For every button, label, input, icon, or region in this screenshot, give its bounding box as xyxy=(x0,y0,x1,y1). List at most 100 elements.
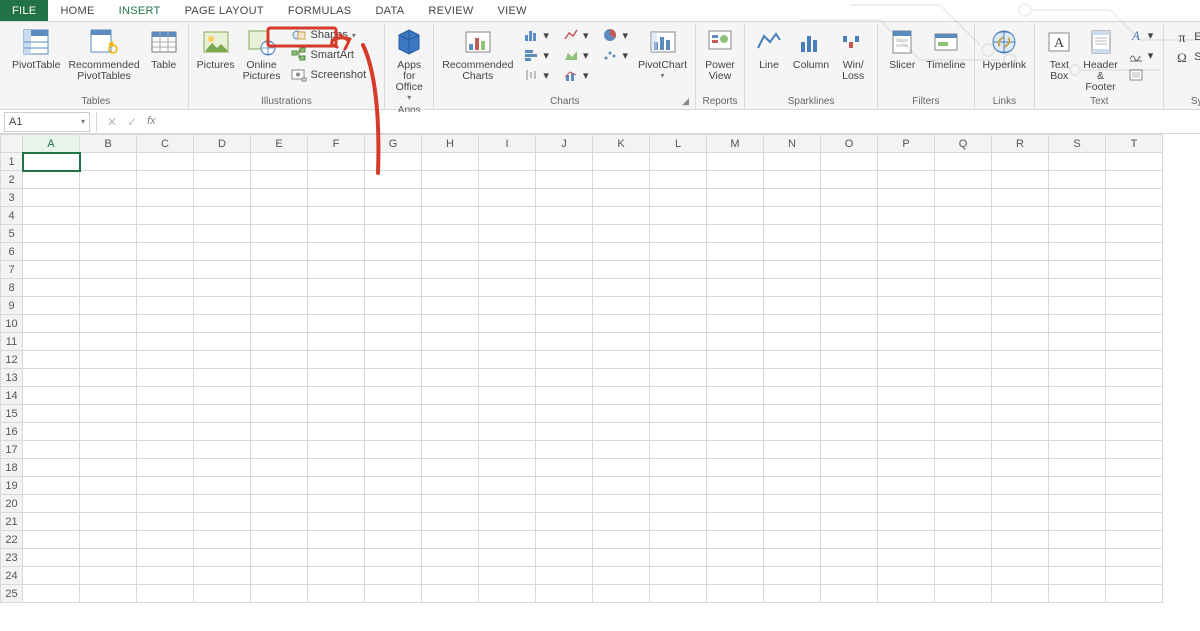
cell-Q1[interactable] xyxy=(935,153,992,171)
row-head-11[interactable]: 11 xyxy=(1,333,23,351)
cell-E21[interactable] xyxy=(251,513,308,531)
cell-N6[interactable] xyxy=(764,243,821,261)
cell-J23[interactable] xyxy=(536,549,593,567)
cell-C18[interactable] xyxy=(137,459,194,477)
cell-T19[interactable] xyxy=(1106,477,1163,495)
chart-bar-button[interactable]: ▾ xyxy=(519,46,553,64)
row-head-3[interactable]: 3 xyxy=(1,189,23,207)
row-head-7[interactable]: 7 xyxy=(1,261,23,279)
row-head-2[interactable]: 2 xyxy=(1,171,23,189)
cell-N18[interactable] xyxy=(764,459,821,477)
cell-M19[interactable] xyxy=(707,477,764,495)
cell-I10[interactable] xyxy=(479,315,536,333)
cell-E2[interactable] xyxy=(251,171,308,189)
cell-F9[interactable] xyxy=(308,297,365,315)
cell-S5[interactable] xyxy=(1049,225,1106,243)
cell-S18[interactable] xyxy=(1049,459,1106,477)
sparkline-winloss-button[interactable]: Win/ Loss xyxy=(833,24,873,84)
cell-N17[interactable] xyxy=(764,441,821,459)
cell-E13[interactable] xyxy=(251,369,308,387)
headerfooter-button[interactable]: Header & Footer xyxy=(1079,24,1121,95)
cell-A9[interactable] xyxy=(23,297,80,315)
cell-K3[interactable] xyxy=(593,189,650,207)
spreadsheet-grid[interactable]: ABCDEFGHIJKLMNOPQRST12345678910111213141… xyxy=(0,134,1200,631)
cell-E9[interactable] xyxy=(251,297,308,315)
cell-T3[interactable] xyxy=(1106,189,1163,207)
cell-R9[interactable] xyxy=(992,297,1049,315)
cell-D25[interactable] xyxy=(194,585,251,603)
cell-D13[interactable] xyxy=(194,369,251,387)
cell-Q24[interactable] xyxy=(935,567,992,585)
cell-G12[interactable] xyxy=(365,351,422,369)
cell-K16[interactable] xyxy=(593,423,650,441)
cell-A13[interactable] xyxy=(23,369,80,387)
cell-C5[interactable] xyxy=(137,225,194,243)
cell-Q16[interactable] xyxy=(935,423,992,441)
chart-scatter-button[interactable]: ▾ xyxy=(598,46,632,64)
tab-view[interactable]: VIEW xyxy=(486,0,539,21)
col-head-H[interactable]: H xyxy=(422,135,479,153)
cell-D22[interactable] xyxy=(194,531,251,549)
cell-J24[interactable] xyxy=(536,567,593,585)
cell-N5[interactable] xyxy=(764,225,821,243)
cell-K21[interactable] xyxy=(593,513,650,531)
cell-O4[interactable] xyxy=(821,207,878,225)
cell-T22[interactable] xyxy=(1106,531,1163,549)
cell-L20[interactable] xyxy=(650,495,707,513)
cell-E5[interactable] xyxy=(251,225,308,243)
cell-H12[interactable] xyxy=(422,351,479,369)
cell-B19[interactable] xyxy=(80,477,137,495)
cell-P10[interactable] xyxy=(878,315,935,333)
cell-H19[interactable] xyxy=(422,477,479,495)
cell-C2[interactable] xyxy=(137,171,194,189)
cell-J2[interactable] xyxy=(536,171,593,189)
cell-P11[interactable] xyxy=(878,333,935,351)
cell-G6[interactable] xyxy=(365,243,422,261)
cell-R3[interactable] xyxy=(992,189,1049,207)
cell-R18[interactable] xyxy=(992,459,1049,477)
cell-C22[interactable] xyxy=(137,531,194,549)
cell-L25[interactable] xyxy=(650,585,707,603)
cell-R15[interactable] xyxy=(992,405,1049,423)
cell-R6[interactable] xyxy=(992,243,1049,261)
cell-G3[interactable] xyxy=(365,189,422,207)
cell-C9[interactable] xyxy=(137,297,194,315)
row-head-22[interactable]: 22 xyxy=(1,531,23,549)
cell-L23[interactable] xyxy=(650,549,707,567)
cell-N23[interactable] xyxy=(764,549,821,567)
cell-Q12[interactable] xyxy=(935,351,992,369)
cell-D2[interactable] xyxy=(194,171,251,189)
cell-P24[interactable] xyxy=(878,567,935,585)
cell-M15[interactable] xyxy=(707,405,764,423)
cell-H20[interactable] xyxy=(422,495,479,513)
cell-K12[interactable] xyxy=(593,351,650,369)
cell-G1[interactable] xyxy=(365,153,422,171)
cell-M24[interactable] xyxy=(707,567,764,585)
col-head-M[interactable]: M xyxy=(707,135,764,153)
row-head-18[interactable]: 18 xyxy=(1,459,23,477)
equation-button[interactable]: π Equation ▾ xyxy=(1170,28,1200,46)
cell-J12[interactable] xyxy=(536,351,593,369)
cell-S13[interactable] xyxy=(1049,369,1106,387)
col-head-O[interactable]: O xyxy=(821,135,878,153)
row-head-12[interactable]: 12 xyxy=(1,351,23,369)
cell-D7[interactable] xyxy=(194,261,251,279)
cell-N3[interactable] xyxy=(764,189,821,207)
cell-A15[interactable] xyxy=(23,405,80,423)
cell-E7[interactable] xyxy=(251,261,308,279)
col-head-K[interactable]: K xyxy=(593,135,650,153)
cell-N12[interactable] xyxy=(764,351,821,369)
cell-O21[interactable] xyxy=(821,513,878,531)
cell-L16[interactable] xyxy=(650,423,707,441)
cell-A20[interactable] xyxy=(23,495,80,513)
cell-F11[interactable] xyxy=(308,333,365,351)
cell-R10[interactable] xyxy=(992,315,1049,333)
cell-Q8[interactable] xyxy=(935,279,992,297)
cell-G15[interactable] xyxy=(365,405,422,423)
cell-H18[interactable] xyxy=(422,459,479,477)
cell-J19[interactable] xyxy=(536,477,593,495)
row-head-21[interactable]: 21 xyxy=(1,513,23,531)
cell-I25[interactable] xyxy=(479,585,536,603)
cell-K13[interactable] xyxy=(593,369,650,387)
cell-Q14[interactable] xyxy=(935,387,992,405)
